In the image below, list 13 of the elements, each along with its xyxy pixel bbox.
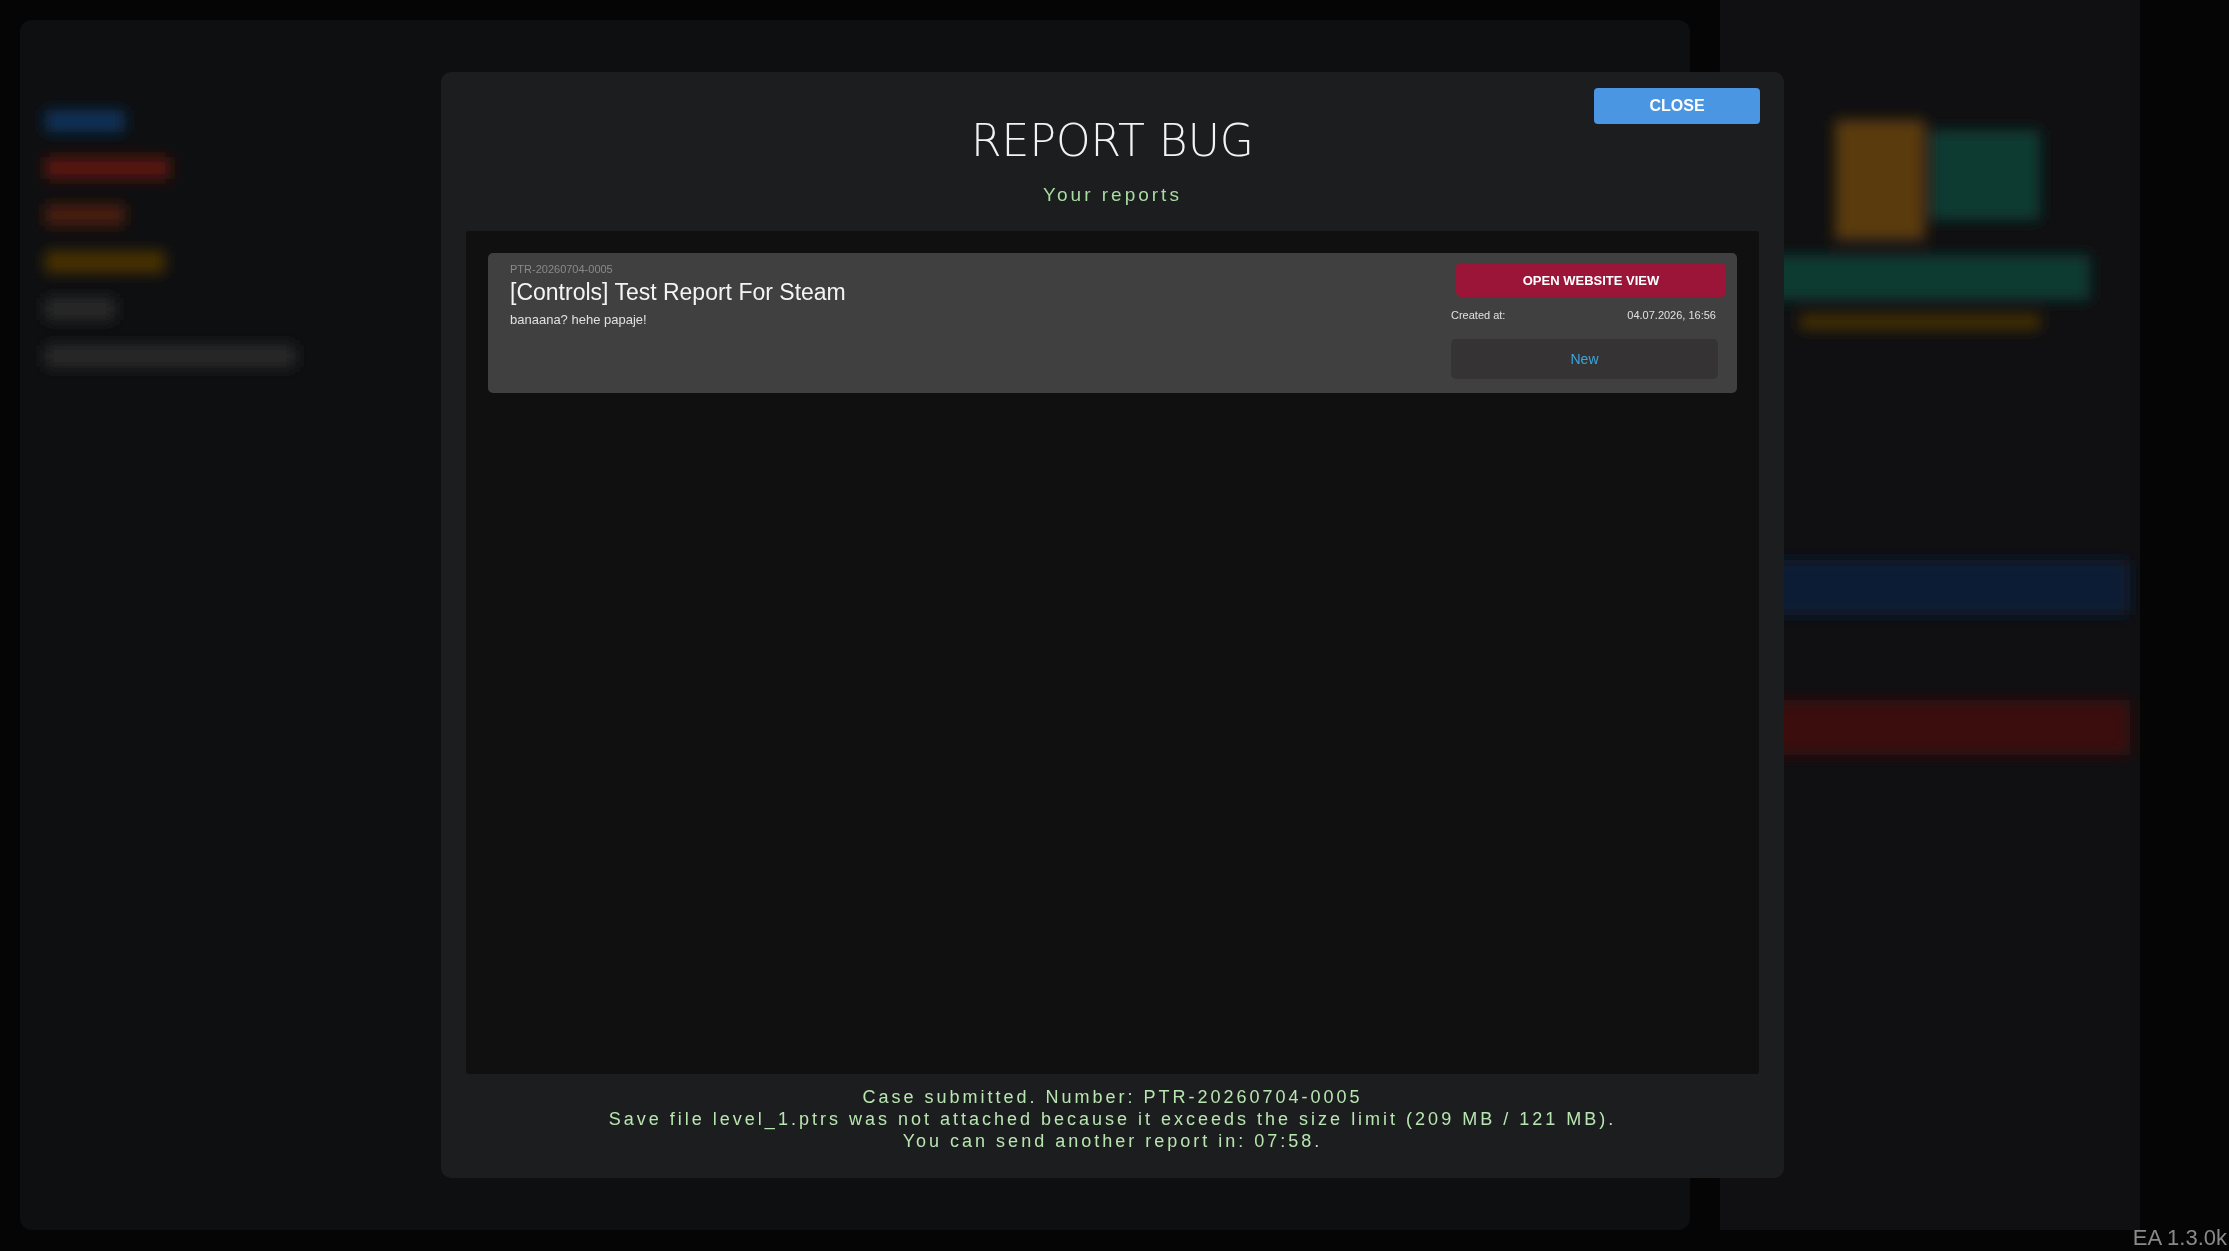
report-description: banaana? hehe papaje! <box>510 312 647 327</box>
status-message: You can send another report in: 07:58. <box>902 1130 1323 1152</box>
open-website-button[interactable]: OPEN WEBSITE VIEW <box>1456 263 1726 297</box>
created-label: Created at: <box>1451 309 1506 321</box>
section-heading: Your reports <box>1043 183 1182 207</box>
dialog-title: REPORT BUG <box>971 115 1254 167</box>
status-message: Case submitted. Number: PTR-20260704-0005 <box>862 1086 1363 1108</box>
status-field: New <box>1451 339 1718 379</box>
version-label: EA 1.3.0k <box>2132 1225 2227 1251</box>
report-number: PTR-20260704-0005 <box>510 263 613 275</box>
created-date: 04.07.2026, 16:56 <box>1627 309 1716 321</box>
report-title: [Controls] Test Report For Steam <box>510 279 846 306</box>
status-message: Save file level_1.ptrs was not attached because it exceeds the size limit (209 MB / 121 MB). <box>608 1108 1617 1130</box>
